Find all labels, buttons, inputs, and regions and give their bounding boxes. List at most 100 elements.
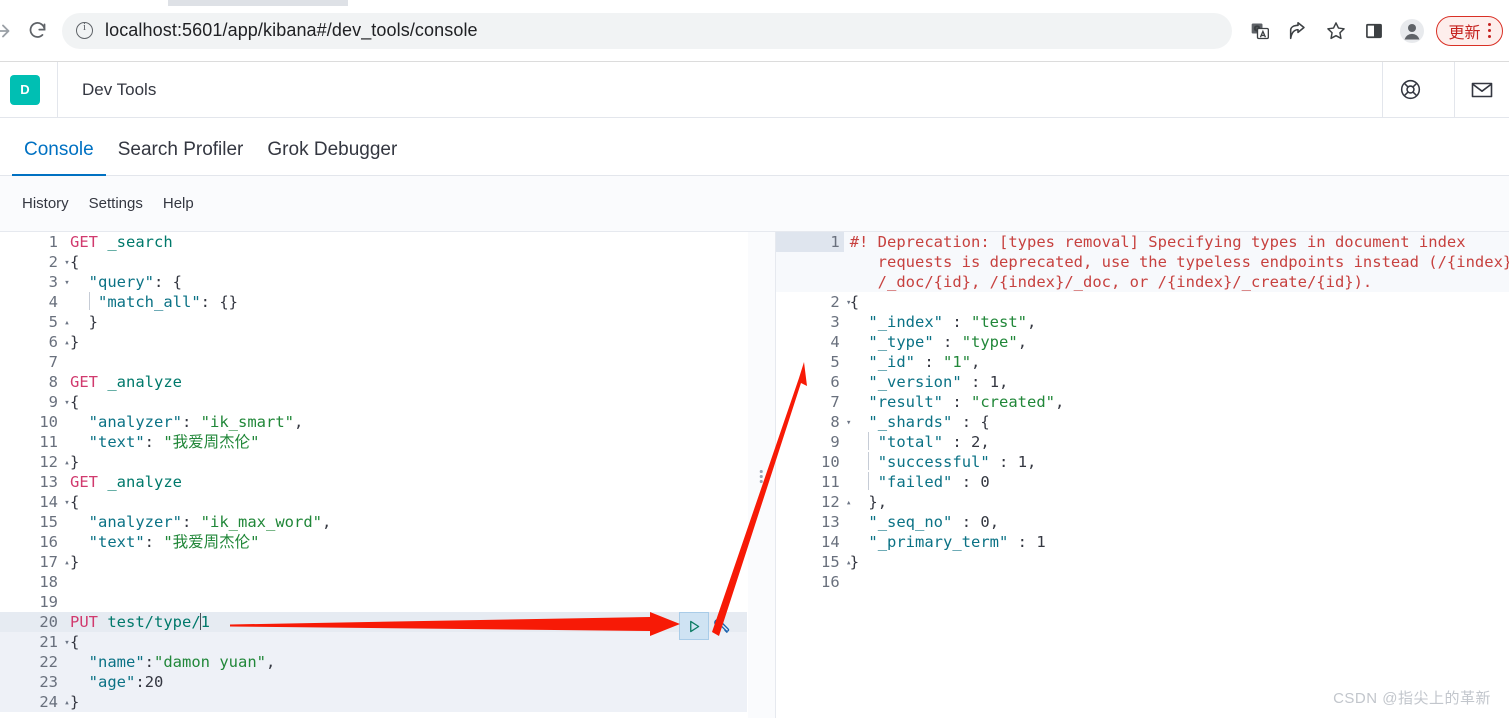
code-line-text: }	[70, 553, 80, 571]
browser-tab-stub[interactable]	[168, 0, 348, 6]
line-number: 20	[39, 613, 58, 631]
code-line[interactable]: 1 GET _search	[0, 232, 747, 252]
fold-toggle-icon[interactable]: ▾	[62, 633, 72, 653]
code-line-text: }	[70, 453, 80, 471]
code-line[interactable]: 3 "_index" : "test",	[776, 312, 1509, 332]
fold-toggle-icon[interactable]: ▴	[844, 553, 854, 573]
code-line[interactable]: 16 "text": "我爱周杰伦"	[0, 532, 747, 552]
code-line[interactable]: 18	[0, 572, 747, 592]
code-line[interactable]: 2 ▾{	[776, 292, 1509, 312]
code-line-text: },	[868, 493, 888, 511]
tab-console[interactable]: Console	[12, 139, 106, 176]
code-line[interactable]: 15 ▴}	[776, 552, 1509, 572]
code-line[interactable]: 15 "analyzer": "ik_max_word",	[0, 512, 747, 532]
line-number: 19	[39, 593, 58, 611]
submenu-help[interactable]: Help	[153, 195, 204, 212]
line-number: 3 ▾	[0, 272, 70, 292]
code-line[interactable]: 13 GET _analyze	[0, 472, 747, 492]
fold-toggle-icon[interactable]: ▾	[62, 273, 72, 293]
code-line[interactable]: 7	[0, 352, 747, 372]
line-number: 12 ▴	[776, 492, 851, 512]
fold-toggle-icon[interactable]: ▾	[844, 413, 854, 433]
line-number: 24 ▴	[0, 692, 69, 712]
envelope-icon[interactable]	[1455, 62, 1509, 118]
submenu-settings[interactable]: Settings	[79, 195, 153, 212]
code-line[interactable]: 23 "age":20	[0, 672, 747, 692]
code-line-text: {	[70, 633, 80, 651]
code-line[interactable]: 16	[776, 572, 1509, 592]
reload-icon[interactable]	[20, 14, 54, 48]
share-icon[interactable]	[1280, 13, 1316, 49]
fold-toggle-icon[interactable]: ▾	[62, 393, 72, 413]
code-line[interactable]: 5 ▴ }	[0, 312, 747, 332]
wrench-icon[interactable]	[711, 614, 733, 638]
code-line[interactable]: 9 ▾{	[0, 392, 747, 412]
tab-search-profiler[interactable]: Search Profiler	[106, 139, 256, 175]
kebab-menu-icon[interactable]	[1483, 22, 1497, 39]
code-line[interactable]: 11 "failed" : 0	[776, 472, 1509, 492]
fold-toggle-icon[interactable]: ▴	[62, 333, 72, 353]
pane-resizer[interactable]	[746, 232, 775, 718]
code-line[interactable]: requests is deprecated, use the typeless…	[775, 252, 1509, 272]
code-line[interactable]: 22 "name":"damon yuan",	[0, 652, 747, 672]
fold-toggle-icon[interactable]: ▴	[62, 453, 72, 473]
code-line-text: "result" : "created",	[868, 393, 1065, 411]
fold-toggle-icon[interactable]: ▴	[844, 493, 854, 513]
line-number: 22	[39, 653, 58, 671]
code-line-text: "text": "我爱周杰伦"	[88, 433, 260, 451]
code-line[interactable]: 14 ▾{	[0, 492, 747, 512]
code-line-text: #! Deprecation: [types removal] Specifyi…	[849, 233, 1466, 251]
translate-icon[interactable]: G	[1242, 13, 1278, 49]
code-line-text: "age":20	[88, 673, 164, 691]
code-line[interactable]: /_doc/{id}, /{index}/_doc, or /{index}/_…	[775, 272, 1509, 292]
code-line[interactable]: 13 "_seq_no" : 0,	[776, 512, 1509, 532]
console-response-editor[interactable]: 1 #! Deprecation: [types removal] Specify…	[774, 232, 1509, 718]
code-line[interactable]: 8 GET _analyze	[0, 372, 747, 392]
code-line-text: "analyzer": "ik_smart",	[88, 413, 304, 431]
code-line-text: requests is deprecated, use the typeless…	[849, 253, 1509, 271]
fold-toggle-icon[interactable]: ▾	[844, 293, 854, 313]
address-bar[interactable]: localhost:5601/app/kibana#/dev_tools/con…	[62, 12, 1233, 49]
bookmark-star-icon[interactable]	[1318, 13, 1354, 49]
send-request-button[interactable]	[679, 612, 709, 640]
site-info-icon[interactable]	[76, 21, 93, 39]
kibana-app-header: D Dev Tools	[0, 61, 1509, 118]
code-line[interactable]: 12 ▴ },	[776, 492, 1509, 512]
code-line[interactable]: 24 ▴}	[0, 692, 747, 712]
fold-toggle-icon[interactable]: ▾	[62, 253, 72, 273]
code-line[interactable]: 6 "_version" : 1,	[776, 372, 1509, 392]
update-button[interactable]: 更新	[1436, 15, 1503, 46]
fold-toggle-icon[interactable]: ▴	[62, 693, 72, 713]
code-line[interactable]: 7 "result" : "created",	[776, 392, 1509, 412]
code-line[interactable]: 10 "analyzer": "ik_smart",	[0, 412, 747, 432]
tab-grok-debugger[interactable]: Grok Debugger	[255, 139, 409, 175]
code-line[interactable]: 11 "text": "我爱周杰伦"	[0, 432, 747, 452]
code-line[interactable]: 10 "successful" : 1,	[776, 452, 1509, 472]
code-line[interactable]: 9 "total" : 2,	[776, 432, 1509, 452]
code-line[interactable]: 4 "_type" : "type",	[776, 332, 1509, 352]
fold-toggle-icon[interactable]: ▴	[62, 313, 72, 333]
submenu-history[interactable]: History	[12, 195, 79, 212]
console-request-editor[interactable]: 1 GET _search 2 ▾{3 ▾ "query": {4 "match_all…	[0, 232, 747, 718]
code-line[interactable]: 4 "match_all": {}	[0, 292, 747, 312]
side-panel-icon[interactable]	[1356, 13, 1392, 49]
code-line[interactable]: 17 ▴}	[0, 552, 747, 572]
code-line[interactable]: 8 ▾ "_shards" : {	[776, 412, 1509, 432]
console-submenu: History Settings Help	[0, 176, 1509, 232]
code-line[interactable]: 20 PUT test/type/1	[0, 612, 747, 632]
fold-toggle-icon[interactable]: ▾	[62, 493, 72, 513]
code-line[interactable]: 3 ▾ "query": {	[0, 272, 747, 292]
code-line[interactable]: 6 ▴}	[0, 332, 747, 352]
fold-toggle-icon[interactable]: ▴	[62, 553, 72, 573]
code-line[interactable]: 14 "_primary_term" : 1	[776, 532, 1509, 552]
code-line[interactable]: 1 #! Deprecation: [types removal] Specify…	[775, 232, 1509, 252]
forward-arrow-icon[interactable]	[0, 14, 20, 48]
code-line[interactable]: 12 ▴}	[0, 452, 747, 472]
code-line[interactable]: 19	[0, 592, 747, 612]
code-line[interactable]: 5 "_id" : "1",	[776, 352, 1509, 372]
code-line[interactable]: 2 ▾{	[0, 252, 747, 272]
code-line[interactable]: 21 ▾{	[0, 632, 747, 652]
lifebuoy-help-icon[interactable]	[1383, 62, 1437, 118]
profile-avatar-icon[interactable]	[1394, 13, 1430, 49]
app-logo[interactable]: D	[10, 74, 40, 105]
